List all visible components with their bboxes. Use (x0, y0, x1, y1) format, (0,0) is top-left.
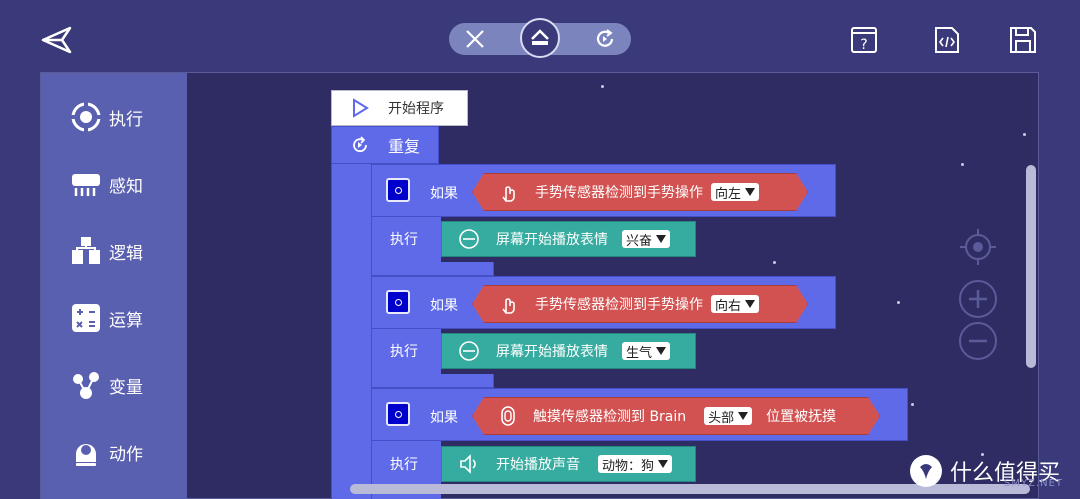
sound-dropdown[interactable]: 动物：狗 (598, 455, 673, 474)
block-toggle-icon[interactable] (386, 402, 410, 426)
dropdown-value: 兴奋 (626, 233, 653, 249)
play-expression-block[interactable]: 屏幕开始播放表情 生气 (441, 333, 696, 369)
execute-icon (69, 100, 103, 134)
dropdown-value: 向左 (715, 186, 742, 202)
repeat-block[interactable]: 重复 (331, 126, 439, 164)
if-label: 如果 (430, 186, 458, 202)
code-icon (935, 27, 959, 53)
sidebar-item-calc[interactable]: 运算 (69, 296, 179, 340)
sidebar-item-label: 执行 (109, 109, 143, 130)
close-button[interactable] (459, 23, 491, 55)
action-text: 屏幕开始播放表情 (496, 344, 608, 360)
play-sound-block[interactable]: 开始播放声音 动物：狗 (441, 446, 696, 482)
action-text: 屏幕开始播放表情 (496, 232, 608, 248)
zoom-out-button[interactable] (958, 321, 998, 361)
logic-icon (69, 234, 103, 268)
condition-text: 手势传感器检测到手势操作 (535, 297, 703, 313)
dropdown-value: 头部 (708, 410, 735, 426)
save-button[interactable] (1008, 24, 1038, 56)
category-sidebar: 执行 感知 逻辑 运算 变量 动作 (41, 73, 187, 499)
condition-suffix-text: 位置被抚摸 (766, 409, 837, 425)
sidebar-item-logic[interactable]: 逻辑 (69, 229, 179, 273)
back-arrow-icon (41, 26, 72, 54)
touch-sensor-icon (499, 405, 517, 427)
chevron-down-icon (658, 460, 669, 468)
dropdown-value: 生气 (626, 345, 653, 361)
block-toggle-icon[interactable] (386, 178, 410, 202)
vertical-scrollbar[interactable] (1026, 165, 1036, 368)
sidebar-item-label: 变量 (109, 377, 143, 398)
hand-icon (499, 181, 519, 203)
expression-dropdown[interactable]: 生气 (622, 342, 671, 361)
touch-condition-block[interactable]: 触摸传感器检测到 Brain 头部 位置被抚摸 (472, 397, 880, 435)
variable-icon (69, 368, 103, 402)
speaker-icon (460, 454, 476, 474)
sidebar-item-variable[interactable]: 变量 (69, 363, 179, 407)
sidebar-item-motion[interactable]: 动作 (69, 430, 179, 474)
hand-icon (499, 293, 519, 315)
direction-dropdown[interactable]: 向右 (711, 295, 759, 313)
face-icon (459, 341, 479, 361)
face-icon (459, 229, 479, 249)
zoom-in-button[interactable] (958, 279, 998, 319)
help-button[interactable]: ? (849, 24, 879, 56)
if-label: 如果 (430, 298, 458, 314)
save-icon (1010, 27, 1036, 53)
sidebar-item-execute[interactable]: 执行 (69, 95, 179, 139)
rerun-icon (596, 29, 614, 47)
chevron-down-icon (745, 188, 755, 196)
upload-icon (531, 29, 549, 45)
do-label: 执行 (390, 344, 418, 360)
gesture-condition-block[interactable]: 手势传感器检测到手势操作 向左 (472, 173, 808, 211)
rerun-button[interactable] (589, 23, 621, 55)
close-icon (466, 30, 484, 48)
start-program-label: 开始程序 (388, 101, 444, 117)
if-block-bottom (371, 374, 494, 388)
chevron-down-icon (656, 347, 667, 355)
action-text: 开始播放声音 (496, 457, 580, 473)
repeat-label: 重复 (388, 137, 421, 156)
expression-dropdown[interactable]: 兴奋 (622, 230, 671, 249)
block-toggle-icon[interactable] (386, 290, 410, 314)
do-label: 执行 (390, 457, 418, 473)
sidebar-item-label: 感知 (109, 176, 143, 197)
if-label: 如果 (430, 410, 458, 426)
do-label: 执行 (390, 232, 418, 248)
repeat-icon (353, 136, 367, 153)
svg-text:?: ? (860, 37, 867, 53)
plus-icon (959, 280, 997, 318)
direction-dropdown[interactable]: 向左 (711, 183, 759, 201)
target-icon (960, 229, 996, 265)
watermark-subtext: SMYZ.NET (1004, 478, 1064, 489)
gesture-condition-block[interactable]: 手势传感器检测到手势操作 向右 (472, 285, 808, 323)
code-button[interactable] (932, 24, 962, 56)
if-block-bottom (371, 262, 494, 276)
sidebar-item-label: 动作 (109, 444, 143, 465)
play-expression-block[interactable]: 屏幕开始播放表情 兴奋 (441, 221, 696, 257)
condition-text: 触摸传感器检测到 Brain (533, 409, 687, 425)
play-icon (353, 98, 369, 118)
back-button[interactable] (40, 24, 74, 56)
repeat-block-arm (331, 126, 373, 499)
condition-text: 手势传感器检测到手势操作 (535, 185, 703, 201)
sidebar-item-sense[interactable]: 感知 (69, 162, 179, 206)
dropdown-value: 向右 (715, 298, 742, 314)
motion-icon (69, 435, 103, 469)
position-dropdown[interactable]: 头部 (704, 407, 752, 425)
recenter-button[interactable] (958, 227, 998, 267)
chevron-down-icon (745, 300, 755, 308)
chevron-down-icon (738, 412, 748, 420)
chevron-down-icon (656, 235, 667, 243)
sidebar-item-label: 运算 (109, 310, 143, 331)
sense-icon (69, 167, 103, 201)
minus-icon (959, 322, 997, 360)
dropdown-value: 动物：狗 (602, 458, 655, 474)
help-icon: ? (851, 27, 877, 53)
upload-button[interactable] (520, 18, 560, 58)
sidebar-item-label: 逻辑 (109, 243, 143, 264)
start-program-block[interactable]: 开始程序 (331, 90, 468, 126)
calc-icon (69, 301, 103, 335)
watermark-logo-icon (910, 455, 942, 487)
